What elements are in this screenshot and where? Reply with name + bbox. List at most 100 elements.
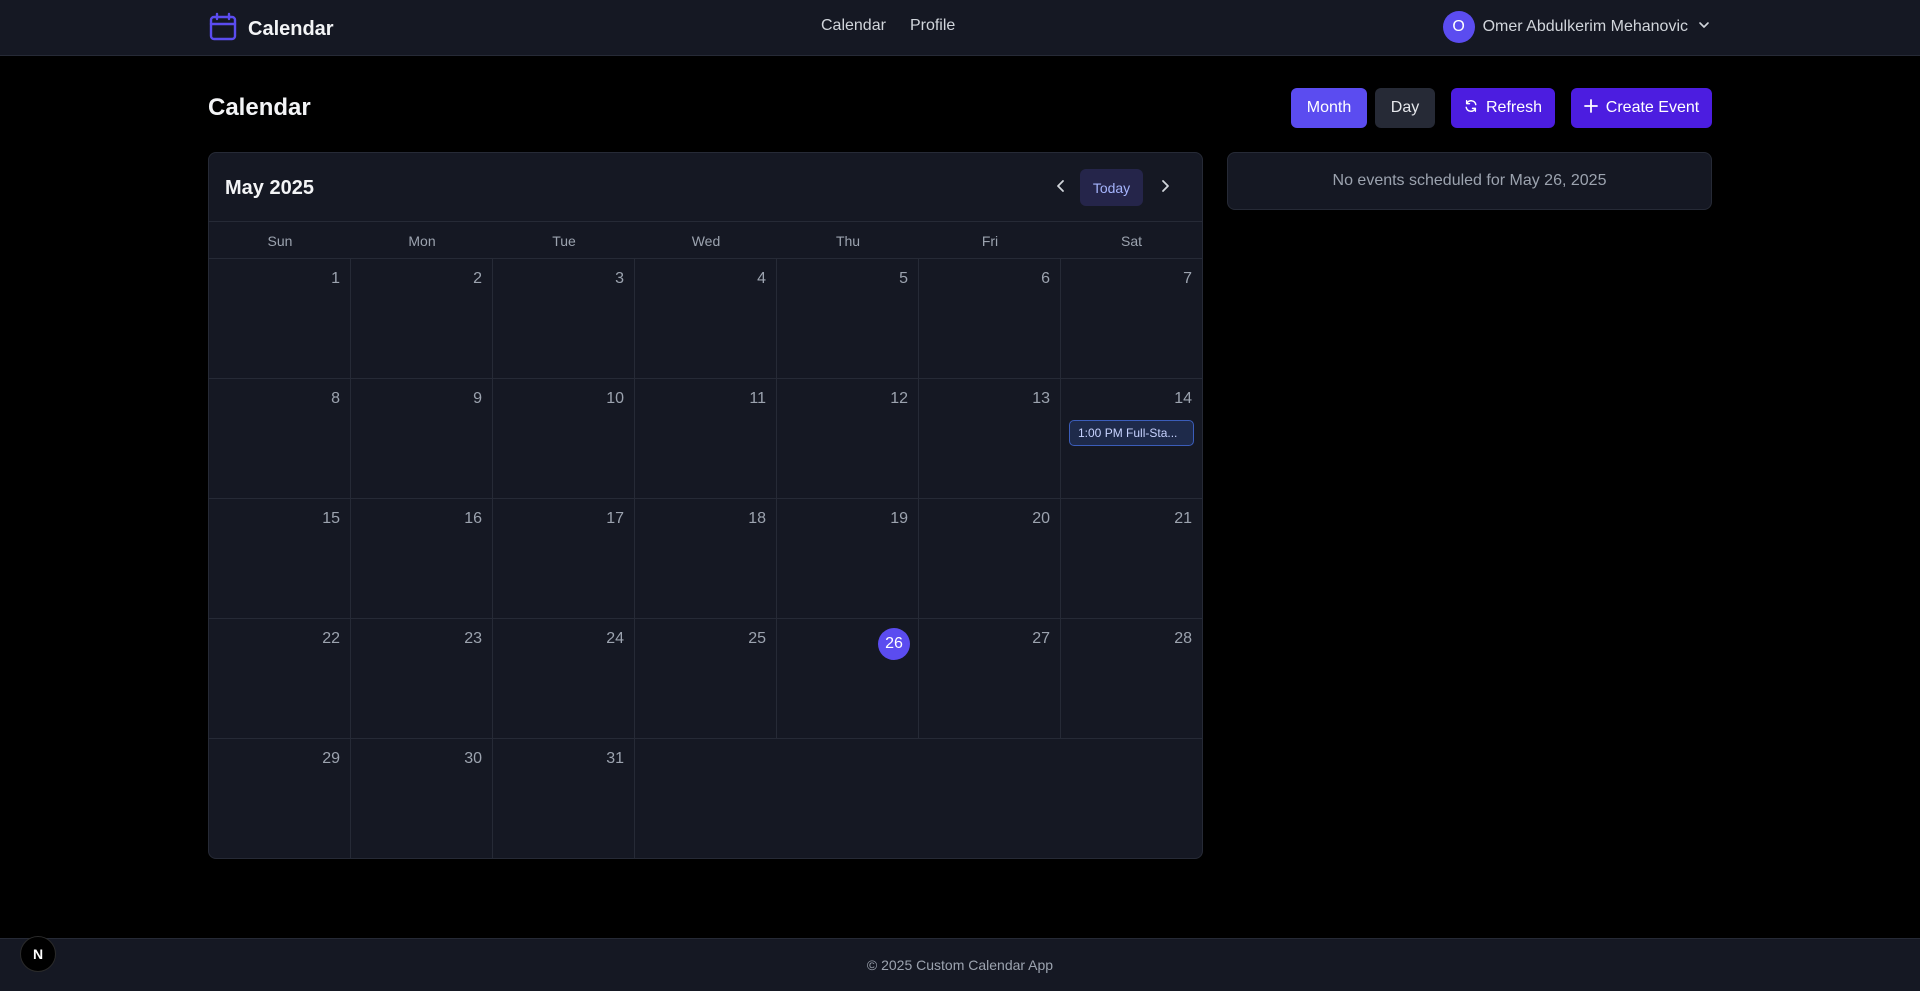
- events-panel: No events scheduled for May 26, 2025: [1227, 152, 1712, 210]
- day-number: 5: [899, 270, 908, 287]
- day-cell[interactable]: 15: [209, 499, 351, 619]
- brand[interactable]: Calendar: [208, 12, 334, 47]
- day-cell[interactable]: 6: [919, 259, 1061, 379]
- day-number: 1: [331, 270, 340, 287]
- day-cell[interactable]: 17: [493, 499, 635, 619]
- day-cell[interactable]: 20: [919, 499, 1061, 619]
- day-number: 23: [464, 630, 482, 647]
- day-cell[interactable]: 26: [777, 619, 919, 739]
- footer: © 2025 Custom Calendar App: [0, 938, 1920, 991]
- create-event-label: Create Event: [1605, 99, 1700, 116]
- day-cell[interactable]: 29: [209, 739, 351, 858]
- day-number: 21: [1174, 510, 1192, 527]
- day-number: 10: [606, 390, 624, 407]
- day-cell[interactable]: 25: [635, 619, 777, 739]
- day-cell[interactable]: 8: [209, 379, 351, 499]
- user-menu[interactable]: O Omer Abdulkerim Mehanovic: [1442, 11, 1712, 43]
- event-chip[interactable]: 1:00 PM Full-Sta...: [1069, 420, 1194, 446]
- day-view-button[interactable]: Day: [1375, 88, 1435, 128]
- day-number: 9: [473, 390, 482, 407]
- day-number: 20: [1032, 510, 1050, 527]
- weekday-label: Wed: [691, 233, 721, 249]
- day-number: 25: [748, 630, 766, 647]
- weekday-label: Tue: [552, 233, 576, 249]
- day-number: 29: [322, 750, 340, 767]
- day-cell[interactable]: 9: [351, 379, 493, 499]
- day-cell[interactable]: 27: [919, 619, 1061, 739]
- weekday-label: Fri: [981, 233, 999, 249]
- day-number: 30: [464, 750, 482, 767]
- refresh-button[interactable]: Refresh: [1451, 88, 1555, 128]
- day-cell[interactable]: 19: [777, 499, 919, 619]
- day-number: 31: [606, 750, 624, 767]
- page-title: Calendar: [208, 94, 311, 121]
- today-button[interactable]: Today: [1080, 169, 1143, 206]
- day-cell[interactable]: 22: [209, 619, 351, 739]
- day-cell[interactable]: 1: [209, 259, 351, 379]
- prev-month-button[interactable]: [1043, 170, 1079, 206]
- navbar: Calendar Calendar Profile O Omer Abdulke…: [0, 0, 1920, 56]
- weekday-label: Sat: [1120, 233, 1142, 249]
- month-label: May 2025: [225, 177, 314, 199]
- day-cell[interactable]: 5: [777, 259, 919, 379]
- day-number: 3: [615, 270, 624, 287]
- day-cell[interactable]: 21: [1061, 499, 1202, 619]
- weekday-label: Sun: [267, 233, 293, 249]
- day-number: 16: [464, 510, 482, 527]
- day-cell[interactable]: 24: [493, 619, 635, 739]
- day-number: 18: [748, 510, 766, 527]
- chevron-right-icon: [1156, 177, 1174, 200]
- day-number: 4: [757, 270, 766, 287]
- plus-icon: [1583, 98, 1598, 118]
- chevron-down-icon: [1696, 17, 1712, 38]
- chevron-left-icon: [1052, 177, 1070, 200]
- calendar-header: May 2025 Today: [209, 153, 1202, 222]
- day-cell[interactable]: 7: [1061, 259, 1202, 379]
- day-number: 11: [749, 390, 766, 407]
- day-number: 12: [890, 390, 908, 407]
- today-day-number: 26: [878, 628, 910, 660]
- day-cell[interactable]: 10: [493, 379, 635, 499]
- day-cell[interactable]: 18: [635, 499, 777, 619]
- weekday-label: Mon: [408, 233, 436, 249]
- refresh-label: Refresh: [1485, 99, 1543, 116]
- day-cell[interactable]: 4: [635, 259, 777, 379]
- view-toolbar: Month Day Refresh Create Event: [1291, 88, 1712, 128]
- calendar-icon: [208, 12, 238, 47]
- day-cell[interactable]: 11: [635, 379, 777, 499]
- day-cell[interactable]: 16: [351, 499, 493, 619]
- day-cell[interactable]: 14 1:00 PM Full-Sta...: [1061, 379, 1202, 499]
- user-name: Omer Abdulkerim Mehanovic: [1482, 18, 1688, 35]
- day-number: 13: [1032, 390, 1050, 407]
- day-cell[interactable]: 2: [351, 259, 493, 379]
- day-cell[interactable]: 30: [351, 739, 493, 858]
- month-grid: 1 2 3 4 5 6 7 8 9 10 11 12 13 14 1:00 PM Full-Sta... 15…: [209, 259, 1202, 858]
- day-cell[interactable]: 12: [777, 379, 919, 499]
- footer-text: © 2025 Custom Calendar App: [866, 957, 1054, 973]
- day-cell[interactable]: 23: [351, 619, 493, 739]
- refresh-icon: [1464, 99, 1478, 118]
- day-number: 6: [1041, 270, 1050, 287]
- day-number: 17: [606, 510, 624, 527]
- weekday-header-row: Sun Mon Tue Wed Thu Fri Sat: [209, 223, 1202, 259]
- weekday-label: Thu: [835, 233, 861, 249]
- day-cell[interactable]: 28: [1061, 619, 1202, 739]
- day-number: 2: [473, 270, 482, 287]
- day-number: 27: [1032, 630, 1050, 647]
- nav-link-profile[interactable]: Profile: [910, 17, 955, 35]
- day-cell[interactable]: 31: [493, 739, 635, 858]
- day-cell[interactable]: 3: [493, 259, 635, 379]
- nextjs-badge-icon[interactable]: N: [20, 936, 56, 972]
- day-number: 24: [606, 630, 624, 647]
- month-view-button[interactable]: Month: [1291, 88, 1367, 128]
- day-number: 19: [890, 510, 908, 527]
- create-event-button[interactable]: Create Event: [1571, 88, 1712, 128]
- nav-links: Calendar Profile: [821, 17, 955, 35]
- day-number: 14: [1174, 390, 1192, 407]
- day-number: 28: [1174, 630, 1192, 647]
- next-month-button[interactable]: [1147, 170, 1183, 206]
- day-cell[interactable]: 13: [919, 379, 1061, 499]
- day-number: 8: [331, 390, 340, 407]
- no-events-message: No events scheduled for May 26, 2025: [1332, 172, 1607, 189]
- nav-link-calendar[interactable]: Calendar: [821, 17, 886, 35]
